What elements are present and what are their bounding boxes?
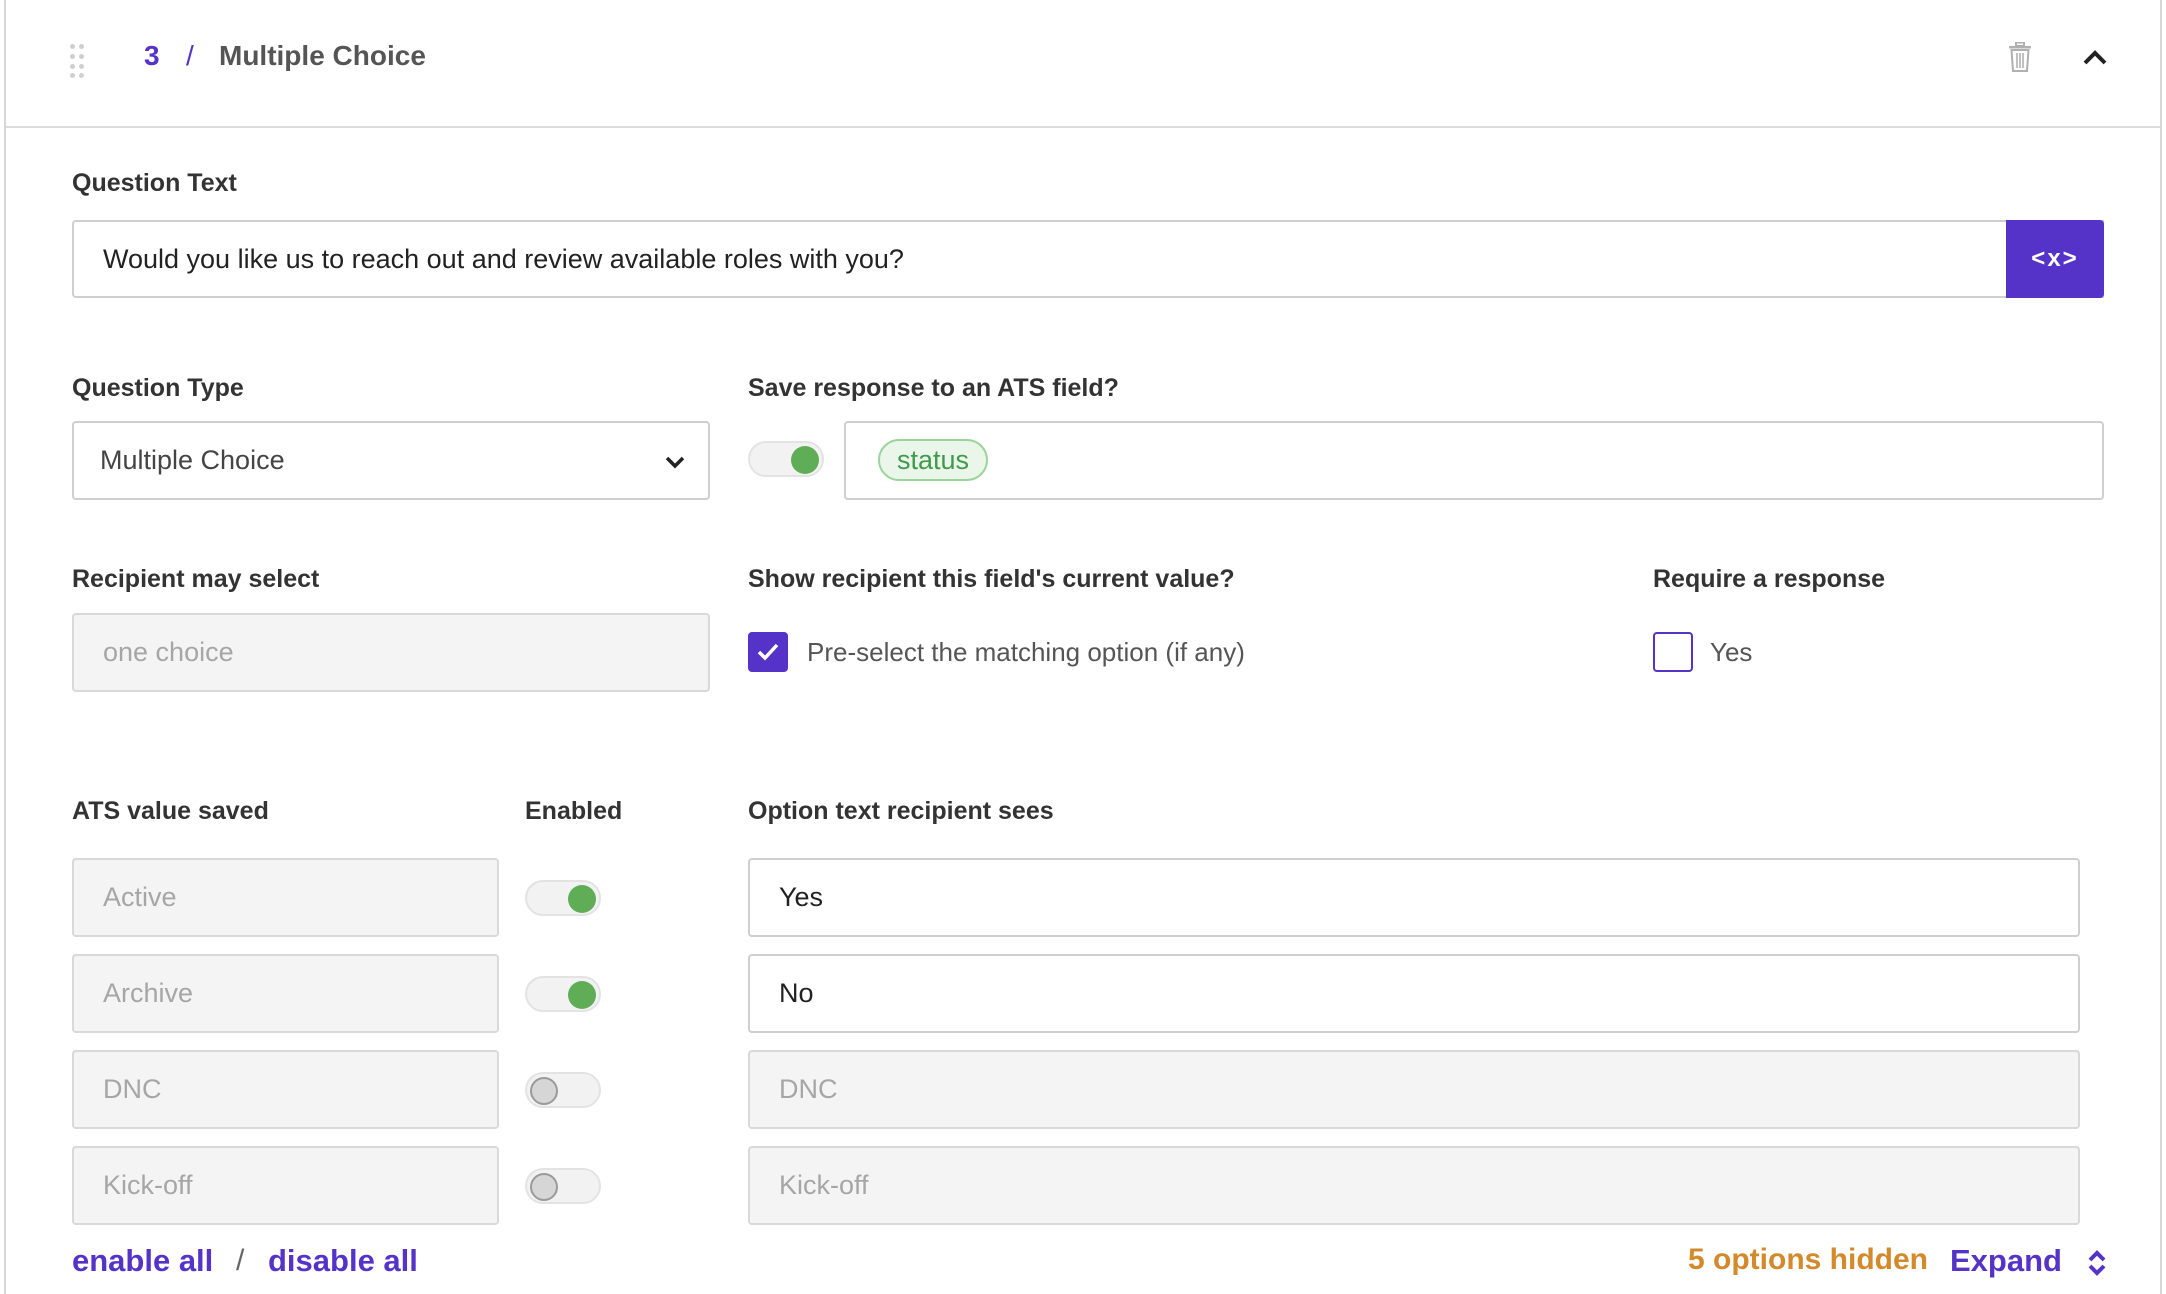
- option-text-column-header: Option text recipient sees: [748, 797, 1054, 825]
- option-text-input: Kick-off: [748, 1146, 2080, 1225]
- ats-field-toggle[interactable]: [748, 441, 824, 477]
- ats-value-field: Active: [72, 858, 499, 937]
- option-text-input[interactable]: No: [748, 954, 2080, 1033]
- show-current-label: Show recipient this field's current valu…: [748, 565, 1235, 593]
- ats-field-label: Save response to an ATS field?: [748, 374, 1119, 402]
- insert-variable-button[interactable]: <x>: [2006, 220, 2104, 298]
- question-number: 3: [144, 40, 160, 71]
- option-enabled-toggle[interactable]: [525, 1072, 601, 1108]
- expand-link[interactable]: Expand: [1950, 1243, 2062, 1279]
- option-text-input[interactable]: Yes: [748, 858, 2080, 937]
- option-enabled-toggle[interactable]: [525, 880, 601, 916]
- toggle-knob: [568, 981, 596, 1009]
- ats-value-column-header: ATS value saved: [72, 797, 269, 825]
- question-text-label: Question Text: [72, 169, 237, 197]
- enabled-column-header: Enabled: [525, 797, 623, 825]
- enable-all-link[interactable]: enable all: [72, 1243, 213, 1279]
- question-title: Multiple Choice: [219, 40, 426, 71]
- question-text-input[interactable]: Would you like us to reach out and revie…: [72, 220, 2104, 298]
- trash-icon[interactable]: [2008, 42, 2032, 72]
- question-type-label: Question Type: [72, 374, 244, 402]
- disable-all-link[interactable]: disable all: [268, 1243, 418, 1279]
- question-header[interactable]: 3 / Multiple Choice: [6, 0, 2160, 128]
- expand-chevrons-icon[interactable]: [2086, 1248, 2108, 1278]
- require-response-label: Require a response: [1653, 565, 1886, 593]
- toggle-knob: [568, 885, 596, 913]
- toggle-knob: [530, 1173, 558, 1201]
- toggle-knob: [530, 1077, 558, 1105]
- require-response-checkbox[interactable]: [1653, 632, 1693, 672]
- checkmark-icon: [757, 643, 779, 661]
- recipient-select-label: Recipient may select: [72, 565, 320, 593]
- question-type-value: Multiple Choice: [100, 445, 285, 475]
- recipient-select-field: one choice: [72, 613, 710, 692]
- question-type-select[interactable]: Multiple Choice: [72, 421, 710, 500]
- toggle-knob: [791, 446, 819, 474]
- ats-value-field: DNC: [72, 1050, 499, 1129]
- option-text-input: DNC: [748, 1050, 2080, 1129]
- ats-field-input[interactable]: [844, 421, 2104, 500]
- hidden-options-count: 5 options hidden: [1688, 1243, 1928, 1276]
- chevron-up-icon[interactable]: [2082, 46, 2108, 68]
- option-enabled-toggle[interactable]: [525, 976, 601, 1012]
- ats-value-field: Archive: [72, 954, 499, 1033]
- header-separator: /: [186, 40, 194, 71]
- question-card: 3 / Multiple Choice Question Text Would …: [4, 0, 2162, 1294]
- ats-value-field: Kick-off: [72, 1146, 499, 1225]
- ats-field-chip[interactable]: status: [878, 439, 989, 481]
- chevron-down-icon: [665, 456, 685, 469]
- option-enabled-toggle[interactable]: [525, 1168, 601, 1204]
- preselect-checkbox[interactable]: [748, 632, 788, 672]
- require-response-yes-label: Yes: [1710, 637, 1753, 667]
- footer-separator: /: [236, 1244, 245, 1277]
- preselect-label: Pre-select the matching option (if any): [807, 637, 1245, 667]
- drag-handle-icon[interactable]: [70, 44, 86, 78]
